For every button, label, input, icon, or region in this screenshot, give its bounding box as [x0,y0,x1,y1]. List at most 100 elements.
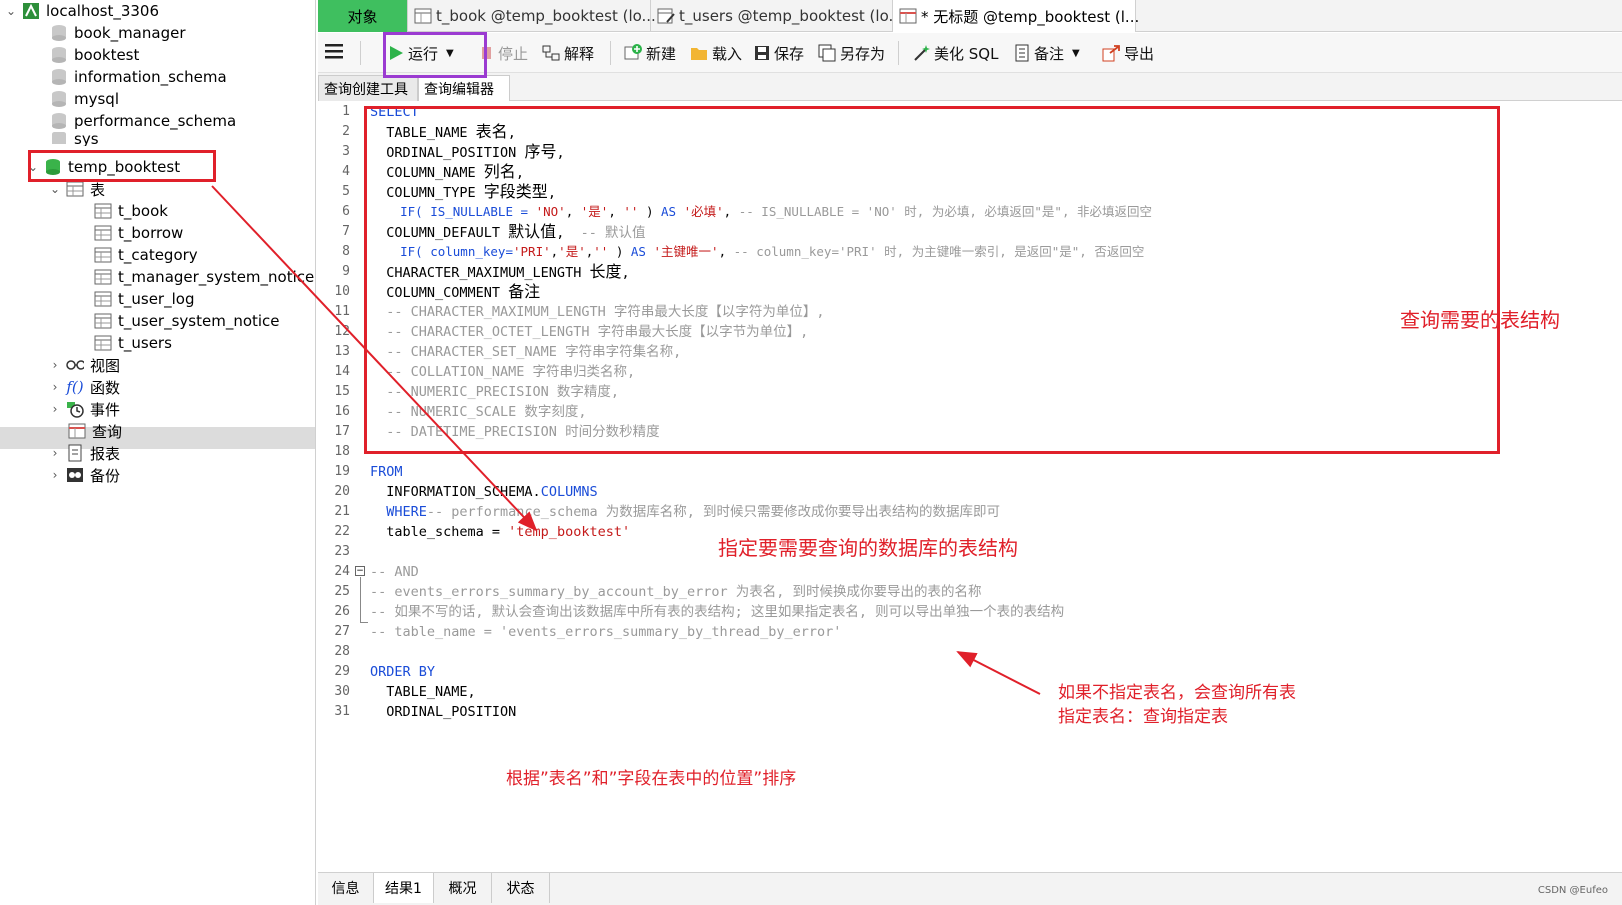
line-number: 25 [334,584,350,599]
notes-button[interactable]: 备注 ▼ [1014,41,1080,65]
line-number: 19 [334,464,350,479]
database-icon [50,90,68,108]
tab-query-editor[interactable]: 查询编辑器 [418,75,510,101]
chevron-down-icon[interactable]: ⌄ [4,4,18,18]
tree-views-group[interactable]: › 视图 [48,354,120,376]
line-number: 22 [334,524,350,539]
tree-table-t-user-system-notice[interactable]: t_user_system_notice [94,310,280,332]
tree-queries-group[interactable]: 查询 [68,420,122,442]
functions-label: 函数 [90,378,121,397]
tab-result1[interactable]: 结果1 [374,873,434,903]
table-icon [94,312,112,330]
database-label: booktest [74,46,140,64]
beautify-sql-button[interactable]: 美化 SQL [912,41,998,65]
annotation-schema: 指定要需要查询的数据库的表结构 [718,536,1018,560]
query-mode-tabs: 查询创建工具 查询编辑器 [318,73,1622,101]
line-number: 5 [342,184,350,199]
tab-info[interactable]: 信息 [318,873,374,903]
tree-connection[interactable]: ⌄ localhost_3306 [4,0,159,22]
line-number: 28 [334,644,350,659]
load-button[interactable]: 载入 [690,41,742,65]
code-line: -- table_name = 'events_errors_summary_b… [370,624,842,640]
tree-db-performance-schema[interactable]: performance_schema [50,110,236,132]
new-button[interactable]: 新建 [624,41,676,65]
chevron-right-icon[interactable]: › [48,358,62,372]
tab-t-book[interactable]: t_book @temp_booktest (lo... [408,0,656,32]
line-number: 9 [342,264,350,279]
fold-guide [360,622,368,623]
table-edit-icon [657,8,675,24]
fold-guide [360,577,361,622]
tab-profile[interactable]: 概况 [434,873,492,903]
tree-events-group[interactable]: › 事件 [48,398,120,420]
code-line: WHERE-- performance_schema 为数据库名称, 到时候只需… [370,504,1000,520]
queries-label: 查询 [92,422,123,441]
line-number: 10 [334,284,350,299]
save-button[interactable]: 保存 [754,41,804,65]
menu-button[interactable] [324,41,344,65]
chevron-right-icon[interactable]: › [48,402,62,416]
tab-status[interactable]: 状态 [492,873,550,903]
line-number: 29 [334,664,350,679]
reports-label: 报表 [90,444,121,463]
code-line: ORDER BY [370,664,436,680]
connection-label: localhost_3306 [46,2,160,20]
function-icon: f() [66,378,84,396]
tree-db-mysql[interactable]: mysql [50,88,119,110]
line-number: 15 [334,384,350,399]
tab-query-builder[interactable]: 查询创建工具 [318,75,418,101]
tree-table-t-borrow[interactable]: t_borrow [94,222,183,244]
tree-db-book-manager[interactable]: book_manager [50,22,185,44]
tree-functions-group[interactable]: › f() 函数 [48,376,120,398]
views-label: 视图 [90,356,121,375]
tree-reports-group[interactable]: › 报表 [48,442,120,464]
explain-icon [542,45,560,61]
fold-collapse-icon[interactable]: − [355,566,365,576]
stop-button[interactable]: 停止 [480,41,528,65]
tree-table-t-manager-system-notice[interactable]: t_manager_system_notice [94,266,314,288]
chevron-down-icon[interactable]: ⌄ [48,182,62,196]
tab-untitled-query[interactable]: * 无标题 @temp_booktest (l... [893,0,1139,32]
navigator-sidebar: ⌄ localhost_3306 book_manager booktest i… [0,0,316,905]
toolbar-separator [610,41,611,65]
code-line: -- AND [370,564,419,580]
save-as-button[interactable]: 另存为 [818,41,885,65]
database-icon [50,24,68,42]
database-label: sys [74,132,99,146]
tree-table-t-user-log[interactable]: t_user_log [94,288,194,310]
chevron-right-icon[interactable]: › [48,380,62,394]
save-icon [754,45,770,61]
line-number: 6 [342,204,350,219]
table-icon [94,224,112,242]
export-button[interactable]: 导出 [1102,41,1154,65]
chevron-right-icon[interactable]: › [48,446,62,460]
tree-backups-group[interactable]: › 备份 [48,464,120,486]
toolbar-separator [360,41,361,65]
tab-objects[interactable]: 对象 [318,0,408,32]
tree-table-t-book[interactable]: t_book [94,200,168,222]
table-icon [94,290,112,308]
line-number: 12 [334,324,350,339]
tree-table-t-category[interactable]: t_category [94,244,198,266]
query-icon [68,422,86,440]
line-number: 4 [342,164,350,179]
database-label: information_schema [74,68,227,86]
database-label: performance_schema [74,112,237,130]
table-icon [94,268,112,286]
table-label: t_users [118,334,172,352]
line-number: 11 [334,304,350,319]
explain-button[interactable]: 解释 [542,41,594,65]
dropdown-arrow-icon[interactable]: ▼ [1072,48,1080,59]
tree-db-booktest[interactable]: booktest [50,44,139,66]
chevron-right-icon[interactable]: › [48,468,62,482]
annotation-table-name-2: 指定表名：查询指定表 [1058,707,1228,727]
line-number: 27 [334,624,350,639]
table-label: t_category [118,246,198,264]
tree-db-sys[interactable]: sys [50,132,99,146]
tree-table-t-users[interactable]: t_users [94,332,172,354]
tab-t-users[interactable]: t_users @temp_booktest (lo... [651,0,903,32]
table-icon [94,202,112,220]
tree-db-information-schema[interactable]: information_schema [50,66,227,88]
highlight-box-database [28,150,216,182]
line-number: 1 [342,104,350,119]
